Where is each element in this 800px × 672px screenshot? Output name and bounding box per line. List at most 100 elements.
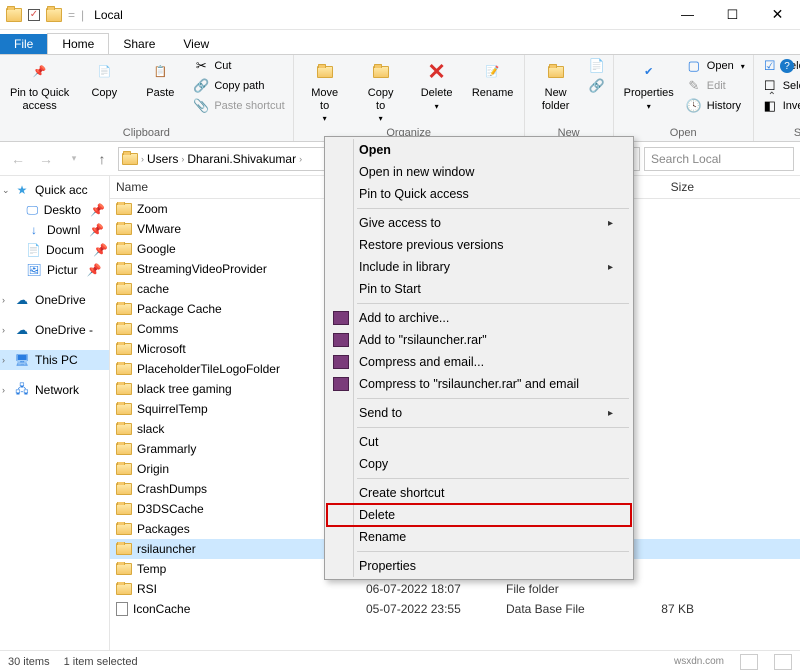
col-name[interactable]: Name bbox=[110, 176, 360, 198]
up-button[interactable]: ↑ bbox=[90, 147, 114, 171]
edit-button[interactable]: ✎Edit bbox=[684, 77, 747, 95]
tree-pictures[interactable]: 🖼Pictur📌 bbox=[0, 260, 109, 280]
details-view-button[interactable] bbox=[740, 654, 758, 670]
file-name: Packages bbox=[137, 522, 190, 536]
qat-folder-icon[interactable] bbox=[46, 8, 62, 22]
crumb-user[interactable]: Dharani.Shivakumar bbox=[184, 152, 299, 166]
move-to-button[interactable]: Move to▾ bbox=[300, 57, 350, 125]
ctx-delete[interactable]: Delete bbox=[327, 504, 631, 526]
open-button[interactable]: ▢Open▾ bbox=[684, 57, 747, 75]
file-name: VMware bbox=[137, 222, 181, 236]
ctx-add-rar[interactable]: Add to "rsilauncher.rar" bbox=[327, 329, 631, 351]
group-clipboard-label: Clipboard bbox=[6, 127, 287, 141]
rename-button[interactable]: 📝Rename bbox=[468, 57, 518, 102]
folder-icon bbox=[116, 343, 132, 355]
invert-selection-button[interactable]: ◧Invert selection bbox=[760, 97, 800, 115]
ribbon: 📌 Pin to Quick access 📄 Copy 📋 Paste ✂Cu… bbox=[0, 54, 800, 142]
ctx-cut[interactable]: Cut bbox=[327, 431, 631, 453]
file-name: Microsoft bbox=[137, 342, 186, 356]
ctx-pin-quick-access[interactable]: Pin to Quick access bbox=[327, 183, 631, 205]
file-name: StreamingVideoProvider bbox=[137, 262, 267, 276]
delete-button[interactable]: ✕Delete▾ bbox=[412, 57, 462, 113]
chevron-right-icon[interactable]: › bbox=[2, 385, 5, 395]
folder-icon bbox=[116, 443, 132, 455]
shortcut-icon: 📎 bbox=[193, 98, 209, 114]
selection-count: 1 item selected bbox=[64, 656, 138, 668]
close-button[interactable]: ✕ bbox=[755, 0, 800, 30]
search-input[interactable]: Search Local bbox=[644, 147, 794, 171]
ctx-pin-start[interactable]: Pin to Start bbox=[327, 278, 631, 300]
new-item-button[interactable]: 📄 bbox=[587, 57, 607, 75]
collapse-ribbon-icon[interactable]: ⌃ bbox=[768, 91, 776, 102]
file-name: Comms bbox=[137, 322, 178, 336]
tree-documents[interactable]: 📄Docum📌 bbox=[0, 240, 109, 260]
scissors-icon: ✂ bbox=[193, 58, 209, 74]
maximize-button[interactable]: ☐ bbox=[710, 0, 755, 30]
chevron-right-icon: ▸ bbox=[608, 262, 613, 273]
chevron-right-icon[interactable]: › bbox=[299, 154, 302, 164]
pc-icon: 🖥 bbox=[14, 353, 30, 367]
new-folder-icon bbox=[542, 59, 570, 85]
paste-shortcut-button[interactable]: 📎Paste shortcut bbox=[191, 97, 286, 115]
history-button[interactable]: 🕓History bbox=[684, 97, 747, 115]
chevron-down-icon[interactable]: ⌄ bbox=[2, 185, 10, 196]
tree-desktop[interactable]: 🖵Deskto📌 bbox=[0, 200, 109, 220]
minimize-button[interactable]: — bbox=[665, 0, 710, 30]
tree-onedrive[interactable]: ›☁OneDrive bbox=[0, 290, 109, 310]
paste-button[interactable]: 📋 Paste bbox=[135, 57, 185, 102]
nav-tree: ⌄★Quick acc 🖵Deskto📌 ↓Downl📌 📄Docum📌 🖼Pi… bbox=[0, 176, 110, 650]
ctx-include-library[interactable]: Include in library▸ bbox=[327, 256, 631, 278]
easy-access-button[interactable]: 🔗 bbox=[587, 77, 607, 95]
ctx-properties[interactable]: Properties bbox=[327, 555, 631, 577]
help-icon[interactable]: ? bbox=[780, 59, 794, 73]
tree-quick-access[interactable]: ⌄★Quick acc bbox=[0, 180, 109, 200]
delete-icon: ✕ bbox=[423, 59, 451, 85]
copy-to-button[interactable]: Copy to▾ bbox=[356, 57, 406, 125]
tab-home[interactable]: Home bbox=[47, 33, 109, 54]
tab-share[interactable]: Share bbox=[109, 34, 169, 54]
chevron-right-icon[interactable]: › bbox=[2, 325, 5, 335]
forward-button[interactable]: → bbox=[34, 147, 58, 171]
file-name: Zoom bbox=[137, 202, 168, 216]
file-row[interactable]: IconCache05-07-2022 23:55Data Base File8… bbox=[110, 599, 800, 619]
ctx-open[interactable]: Open bbox=[327, 139, 631, 161]
ctx-compress-rar-email[interactable]: Compress to "rsilauncher.rar" and email bbox=[327, 373, 631, 395]
tree-downloads[interactable]: ↓Downl📌 bbox=[0, 220, 109, 240]
new-folder-button[interactable]: New folder bbox=[531, 57, 581, 114]
qat-checkbox-icon[interactable]: ✓ bbox=[28, 9, 40, 21]
paste-icon: 📋 bbox=[146, 59, 174, 85]
tree-network[interactable]: ›🖧Network bbox=[0, 380, 109, 400]
ctx-copy[interactable]: Copy bbox=[327, 453, 631, 475]
back-button[interactable]: ← bbox=[6, 147, 30, 171]
tab-view[interactable]: View bbox=[169, 34, 223, 54]
easy-access-icon: 🔗 bbox=[589, 78, 605, 94]
recent-button[interactable]: ▾ bbox=[62, 147, 86, 171]
select-none-button[interactable]: ☐Select none bbox=[760, 77, 800, 95]
chevron-right-icon[interactable]: › bbox=[2, 355, 5, 365]
ctx-give-access-to[interactable]: Give access to▸ bbox=[327, 212, 631, 234]
ctx-create-shortcut[interactable]: Create shortcut bbox=[327, 482, 631, 504]
cut-button[interactable]: ✂Cut bbox=[191, 57, 286, 75]
tiles-view-button[interactable] bbox=[774, 654, 792, 670]
app-folder-icon bbox=[6, 8, 22, 22]
crumb-users[interactable]: Users bbox=[144, 152, 181, 166]
properties-button[interactable]: ✔Properties▾ bbox=[620, 57, 678, 113]
ctx-add-archive[interactable]: Add to archive... bbox=[327, 307, 631, 329]
ctx-open-new-window[interactable]: Open in new window bbox=[327, 161, 631, 183]
file-row[interactable]: RSI06-07-2022 18:07File folder bbox=[110, 579, 800, 599]
folder-icon bbox=[116, 263, 132, 275]
ctx-compress-email[interactable]: Compress and email... bbox=[327, 351, 631, 373]
chevron-right-icon: ▸ bbox=[608, 218, 613, 229]
cloud-icon: ☁ bbox=[14, 323, 30, 337]
ctx-rename[interactable]: Rename bbox=[327, 526, 631, 548]
pin-quick-access-button[interactable]: 📌 Pin to Quick access bbox=[6, 57, 73, 114]
tree-this-pc[interactable]: ›🖥This PC bbox=[0, 350, 109, 370]
tree-onedrive-personal[interactable]: ›☁OneDrive - bbox=[0, 320, 109, 340]
copy-button[interactable]: 📄 Copy bbox=[79, 57, 129, 102]
copy-path-button[interactable]: 🔗Copy path bbox=[191, 77, 286, 95]
tab-file[interactable]: File bbox=[0, 34, 47, 54]
chevron-right-icon[interactable]: › bbox=[2, 295, 5, 305]
ctx-restore-previous[interactable]: Restore previous versions bbox=[327, 234, 631, 256]
open-icon: ▢ bbox=[686, 58, 702, 74]
ctx-send-to[interactable]: Send to▸ bbox=[327, 402, 631, 424]
